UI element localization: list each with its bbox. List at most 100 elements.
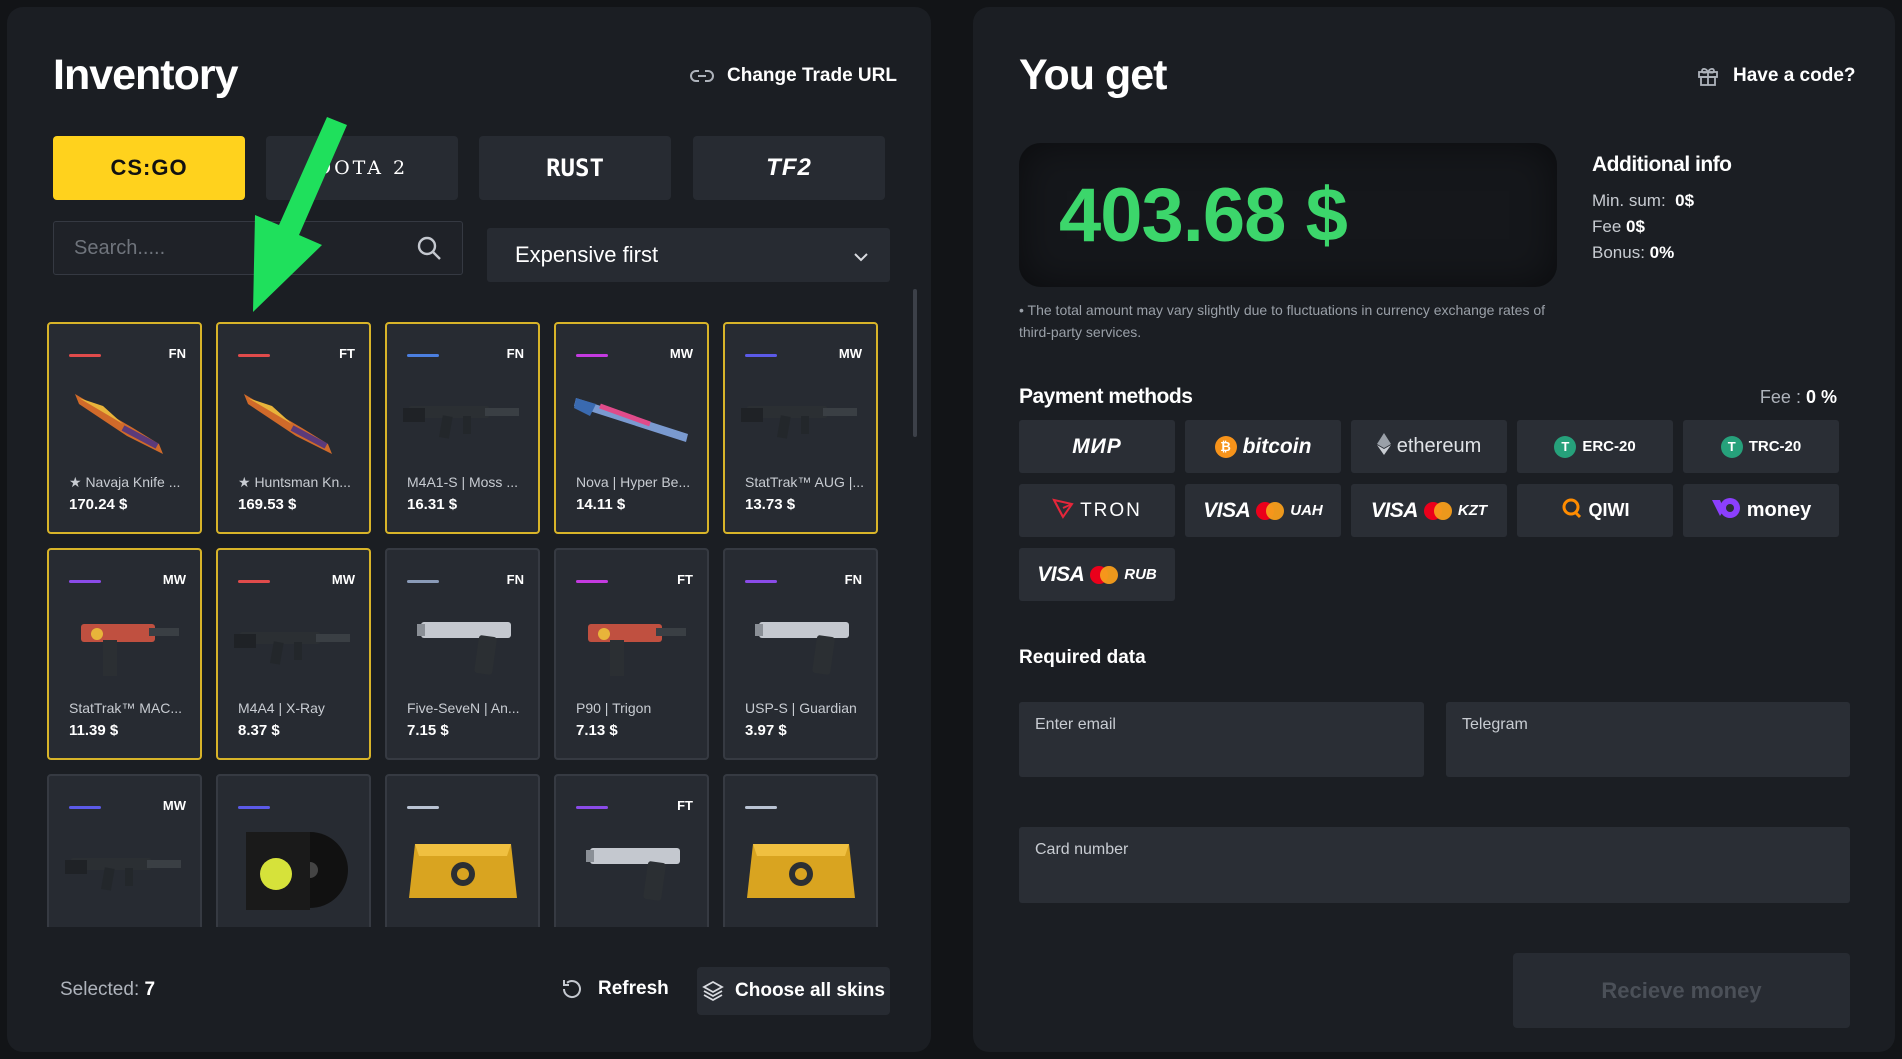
item-card[interactable]: MW Nova | Hyper Be... 14.11 $ <box>554 322 709 534</box>
kzt-label: KZT <box>1457 502 1488 519</box>
item-card[interactable] <box>216 774 371 927</box>
payment-visa-rub[interactable]: VISA RUB <box>1019 548 1175 601</box>
telegram-input[interactable] <box>1462 716 1834 734</box>
inventory-panel: Inventory Change Trade URL CS:GO DOTA 2 … <box>7 7 931 1052</box>
mastercard-icon <box>1256 501 1285 520</box>
items-scrollbar[interactable] <box>913 289 917 437</box>
payment-visa-uah[interactable]: VISA UAH <box>1185 484 1341 537</box>
payment-mir[interactable]: МИР <box>1019 420 1175 473</box>
item-card[interactable]: FN USP-S | Guardian 3.97 $ <box>723 548 878 760</box>
erc20-label: ERC-20 <box>1582 438 1636 455</box>
payment-tron[interactable]: TRON <box>1019 484 1175 537</box>
rarity-bar <box>576 806 608 809</box>
tron-logo: TRON <box>1080 499 1142 521</box>
tab-dota2[interactable]: DOTA 2 <box>266 136 458 200</box>
wear-badge: FT <box>677 572 693 587</box>
receive-money-button[interactable]: Recieve money <box>1513 953 1850 1028</box>
choose-all-button[interactable]: Choose all skins <box>697 967 890 1015</box>
payment-fee: Fee : 0 % <box>1760 387 1837 408</box>
item-price: 13.73 $ <box>745 496 796 513</box>
refresh-label: Refresh <box>598 978 669 999</box>
tf2-logo: TF2 <box>766 154 812 181</box>
qiwi-logo: QIWI <box>1588 500 1630 520</box>
item-price: 14.11 $ <box>576 496 626 513</box>
item-name: M4A4 | X-Ray <box>238 700 325 716</box>
payment-ethereum[interactable]: ethereum <box>1351 420 1507 473</box>
wear-badge: MW <box>162 572 186 587</box>
min-sum-row: Min. sum: 0$ <box>1592 191 1731 211</box>
smg-icon <box>570 602 695 687</box>
search-icon[interactable] <box>416 235 442 261</box>
refresh-icon <box>560 977 584 1001</box>
item-card[interactable] <box>385 774 540 927</box>
sort-select[interactable]: Expensive first <box>487 228 890 282</box>
rarity-bar <box>576 580 608 583</box>
item-card[interactable]: FN Five-SeveN | An... 7.15 $ <box>385 548 540 760</box>
tab-tf2[interactable]: TF2 <box>693 136 885 200</box>
item-price: 170.24 $ <box>69 496 128 513</box>
rust-logo: RUST <box>546 154 604 182</box>
rarity-bar <box>745 354 777 357</box>
amount-value: 403.68 $ <box>1059 172 1348 258</box>
choose-all-label: Choose all skins <box>735 980 885 1001</box>
item-name: Nova | Hyper Be... <box>576 474 691 490</box>
mastercard-icon <box>1090 565 1119 584</box>
items-grid-viewport: FN ★ Navaja Knife ... 170.24 $ FT ★ Huntsman… <box>47 322 917 927</box>
rarity-bar <box>407 354 439 357</box>
item-card[interactable]: MW <box>47 774 202 927</box>
payment-erc20[interactable]: T ERC-20 <box>1517 420 1673 473</box>
item-price: 7.15 $ <box>407 722 449 739</box>
item-card[interactable]: FT P90 | Trigon 7.13 $ <box>554 548 709 760</box>
smg-icon <box>63 602 188 687</box>
payment-yoomoney[interactable]: money <box>1683 484 1839 537</box>
visa-logo: VISA <box>1370 498 1419 522</box>
tether-icon: T <box>1720 435 1743 458</box>
item-card[interactable]: MW StatTrak™ AUG |... 13.73 $ <box>723 322 878 534</box>
dota2-logo: DOTA 2 <box>315 157 409 179</box>
gift-icon <box>1695 66 1721 86</box>
search-input[interactable] <box>74 236 416 260</box>
card-number-input[interactable] <box>1035 841 1834 859</box>
item-name: Five-SeveN | An... <box>407 700 520 716</box>
tab-csgo[interactable]: CS:GO <box>53 136 245 200</box>
payment-trc20[interactable]: T TRC-20 <box>1683 420 1839 473</box>
visa-logo: VISA <box>1037 562 1085 586</box>
rarity-bar <box>69 354 101 357</box>
payment-bitcoin[interactable]: ₿ bitcoin <box>1185 420 1341 473</box>
email-field <box>1019 702 1424 777</box>
selected-count: Selected: 7 <box>60 979 155 1001</box>
item-card[interactable]: FN M4A1-S | Moss ... 16.31 $ <box>385 322 540 534</box>
fee-row: Fee 0$ <box>1592 217 1731 237</box>
mir-logo: МИР <box>1072 434 1122 458</box>
mastercard-icon <box>1423 501 1452 520</box>
payment-visa-kzt[interactable]: VISA KZT <box>1351 484 1507 537</box>
rarity-bar <box>69 806 101 809</box>
rarity-bar <box>576 354 608 357</box>
payment-qiwi[interactable]: QIWI <box>1517 484 1673 537</box>
wear-badge: FN <box>506 346 524 361</box>
item-card[interactable]: FT ★ Huntsman Kn... 169.53 $ <box>216 322 371 534</box>
change-trade-url-link[interactable]: Change Trade URL <box>689 65 897 87</box>
rarity-bar <box>407 806 439 809</box>
rarity-bar <box>238 354 270 357</box>
item-card[interactable] <box>723 774 878 927</box>
have-code-link[interactable]: Have a code? <box>1695 65 1856 87</box>
pistol-icon <box>401 602 526 687</box>
item-card[interactable]: MW M4A4 | X-Ray 8.37 $ <box>216 548 371 760</box>
item-card[interactable]: FN ★ Navaja Knife ... 170.24 $ <box>47 322 202 534</box>
have-code-label: Have a code? <box>1733 65 1856 86</box>
tether-icon: T <box>1554 435 1577 458</box>
rarity-bar <box>745 806 777 809</box>
csgo-logo: CS:GO <box>110 155 188 180</box>
rarity-bar <box>238 806 270 809</box>
rarity-bar <box>238 580 270 583</box>
payment-fee-label: Fee : <box>1759 387 1801 407</box>
tron-icon <box>1052 497 1074 525</box>
selected-value: 7 <box>144 979 156 1000</box>
refresh-button[interactable]: Refresh <box>560 977 669 1001</box>
tab-rust[interactable]: RUST <box>479 136 671 200</box>
email-input[interactable] <box>1035 716 1408 734</box>
item-card[interactable]: MW StatTrak™ MAC... 11.39 $ <box>47 548 202 760</box>
required-data-title: Required data <box>1019 647 1146 668</box>
item-card[interactable]: FT <box>554 774 709 927</box>
